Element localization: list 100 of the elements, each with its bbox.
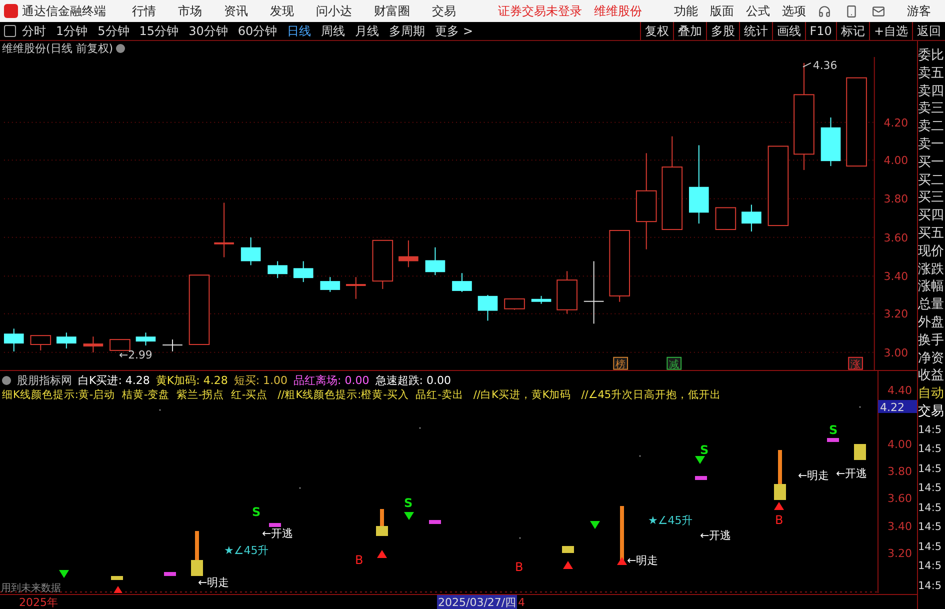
signal-label: ←开逃 — [836, 467, 868, 480]
period-tab[interactable]: 1分钟 — [56, 22, 88, 40]
quote-field-label: 现价 — [918, 242, 945, 261]
up-triangle-icon — [377, 550, 387, 558]
toolbar-button[interactable]: 标记 — [836, 22, 869, 40]
indicator-value: 黄K加码: 4.28 — [156, 372, 228, 388]
menu-item[interactable]: 财富圈 — [374, 2, 410, 20]
candlestick — [293, 260, 314, 282]
toolbar-button[interactable]: +自选 — [868, 22, 912, 40]
candlestick — [110, 338, 130, 351]
indicator-value: 急速超跌: 0.00 — [375, 372, 451, 388]
menu-item[interactable]: 问小达 — [316, 2, 352, 20]
trade-time: 14:5 — [918, 559, 943, 574]
quote-field-label: 买五 — [918, 224, 945, 243]
signal-tag: 榜 — [613, 356, 628, 370]
quote-field-label: 收益 — [918, 367, 945, 386]
chart-title: 维维股份(日线 前复权) — [2, 41, 114, 56]
toolbar-button[interactable]: 复权 — [640, 22, 673, 40]
candlestick — [268, 260, 288, 278]
menu-item[interactable]: 市场 — [178, 2, 202, 20]
toolbar-button[interactable]: 统计 — [738, 22, 772, 40]
signal-label: ←明走 — [198, 576, 230, 590]
headset-icon[interactable] — [818, 4, 831, 18]
dropdown-icon[interactable] — [2, 376, 11, 385]
toolbar-button[interactable]: 返回 — [912, 22, 945, 40]
quote-field-label: 卖五 — [918, 64, 945, 83]
signal-label: B — [775, 513, 784, 528]
menu-item[interactable]: 资讯 — [224, 2, 248, 20]
stock-name-text: 维维股份 — [594, 2, 642, 20]
trade-time: 14:5 — [918, 422, 943, 438]
candlestick — [188, 274, 210, 345]
up-triangle-icon — [774, 502, 784, 510]
period-tab[interactable]: 周线 — [321, 22, 346, 40]
toolbar-button[interactable]: F10 — [804, 22, 836, 40]
price-axis-label: 4.00 — [888, 438, 912, 452]
price-axis-label: 3.20 — [888, 547, 912, 560]
mail-icon[interactable] — [872, 4, 885, 18]
signal-label: ←明走 — [798, 469, 830, 482]
trade-mode-label[interactable]: 交易 — [918, 402, 945, 421]
menu-item[interactable]: 版面 — [710, 2, 734, 20]
app-title: 通达信金融终端 — [22, 2, 106, 20]
candlestick — [214, 202, 234, 258]
time-axis-label: 2025/03/27/四 — [437, 594, 518, 609]
candlestick — [4, 328, 24, 352]
quote-field-label: 总量 — [918, 296, 945, 314]
menu-item[interactable]: 选项 — [782, 2, 806, 20]
up-triangle-icon — [563, 561, 573, 570]
trade-time: 14:5 — [918, 500, 943, 516]
period-tab[interactable]: 5分钟 — [98, 22, 130, 40]
menu-item[interactable]: 公式 — [746, 2, 770, 20]
down-triangle-icon — [590, 521, 600, 530]
flat-candle — [695, 476, 707, 480]
menu-item[interactable]: 功能 — [674, 2, 698, 20]
signal-label: ←开逃 — [262, 527, 294, 540]
price-axis-label: 4.00 — [884, 154, 908, 167]
period-tab[interactable]: 30分钟 — [188, 22, 228, 40]
period-tab[interactable]: 月线 — [355, 22, 380, 40]
signal-label: ←明走 — [627, 554, 658, 568]
candlestick — [556, 270, 578, 314]
period-tab[interactable]: 日线 — [287, 22, 312, 40]
period-tab[interactable]: 15分钟 — [139, 22, 179, 40]
period-tab[interactable]: 多周期 — [389, 22, 426, 40]
candlestick — [742, 204, 762, 232]
quote-field-label: 净资 — [918, 350, 945, 368]
period-tab[interactable]: 更多 > — [435, 22, 473, 40]
quote-field-label: 涨幅 — [918, 278, 945, 296]
period-tab[interactable]: 60分钟 — [238, 22, 278, 40]
toolbar-button[interactable]: 叠加 — [672, 22, 706, 40]
menu-item[interactable]: 行情 — [132, 2, 156, 20]
flat-candle — [827, 438, 839, 442]
phone-icon[interactable] — [845, 4, 858, 18]
price-axis-label: 3.00 — [884, 346, 908, 360]
user-link[interactable]: 游客 — [907, 2, 931, 20]
price-axis-label: 4.40 — [888, 384, 912, 398]
flat-candle — [269, 523, 281, 528]
candlestick — [478, 294, 498, 322]
candlestick — [584, 260, 604, 324]
thin-stick — [380, 509, 384, 526]
period-tab[interactable]: 分时 — [22, 22, 46, 40]
indicator-value: 品红离场: 0.00 — [294, 372, 370, 388]
dropdown-icon[interactable] — [116, 44, 126, 54]
indicator-value: 白K买进: 4.28 — [78, 372, 150, 388]
toolbar-button[interactable]: 多股 — [706, 22, 739, 40]
quote-field-label: 委比 — [918, 47, 945, 65]
panel-toggle-icon[interactable] — [4, 25, 16, 37]
trade-mode-label[interactable]: 自动 — [918, 385, 945, 403]
thick-candle — [111, 576, 123, 580]
signal-label: S — [404, 496, 413, 510]
candlestick — [136, 332, 156, 346]
toolbar-button[interactable]: 画线 — [772, 22, 805, 40]
quote-field-label: 卖二 — [918, 118, 945, 136]
quote-field-label: 买四 — [918, 207, 945, 225]
price-axis-label: 3.80 — [884, 192, 908, 206]
candlestick — [320, 276, 340, 292]
quote-field-label: 卖四 — [918, 82, 945, 100]
candlestick — [240, 236, 261, 266]
menu-item[interactable]: 发现 — [270, 2, 294, 20]
menu-item[interactable]: 交易 — [432, 2, 456, 20]
indicator-value: 短买: 1.00 — [234, 372, 288, 388]
thick-candle — [376, 526, 388, 536]
